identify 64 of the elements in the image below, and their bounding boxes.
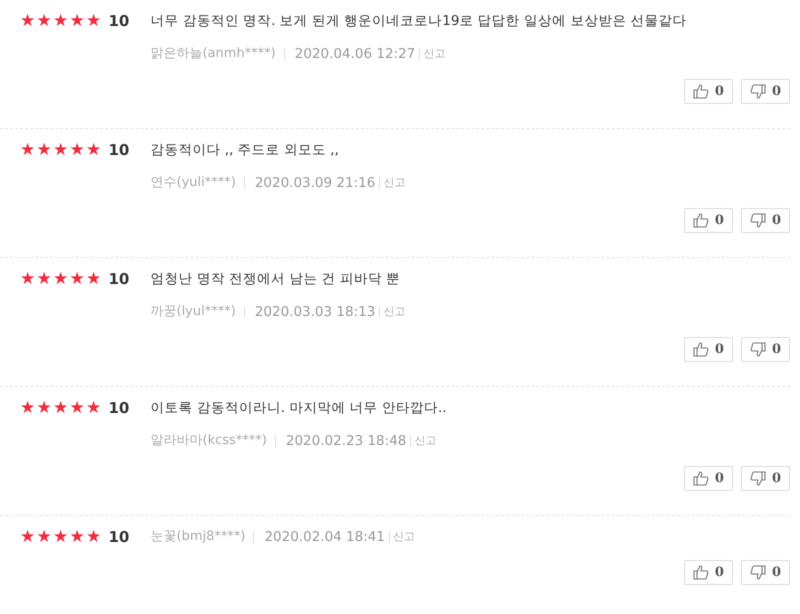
score: 10 (108, 140, 130, 161)
star-icon: ★ (70, 527, 86, 547)
review-date: 2020.02.23 18:48 (276, 435, 412, 447)
dislike-button[interactable]: 0 (740, 208, 790, 233)
star-icon: ★ (86, 11, 102, 31)
author-name: 눈꽃(bmj8****) (150, 531, 254, 543)
star-icon: ★ (70, 140, 86, 160)
star-icon: ★ (36, 11, 53, 31)
review-text: 엄청난 명작 전쟁에서 남는 건 피바닥 뿐 (150, 270, 402, 289)
star-icon: ★ (86, 269, 102, 289)
review-text: 이토록 감동적이라니. 마지막에 너무 안타깝다.. (150, 399, 447, 418)
star-icon: ★ (53, 269, 70, 289)
review-date: 2020.03.09 21:16 (244, 177, 380, 189)
review-date: 2020.02.04 18:41 (254, 531, 390, 543)
star-icon: ★ (86, 527, 102, 547)
review-text: 너무 감동적인 명작. 보게 된게 행운이네코로나19로 답답한 일상에 보상받은 선물같다 (150, 12, 687, 31)
author-name: 까꿍(lyul****) (150, 306, 245, 318)
star-icon: ★ (36, 269, 53, 289)
star-icon: ★ (86, 140, 102, 160)
dislike-button[interactable]: 0 (740, 466, 790, 491)
star-icon: ★ (70, 269, 86, 289)
score: 10 (108, 11, 130, 32)
star-icon: ★ (20, 11, 36, 31)
thumbs-up-icon (692, 565, 709, 580)
score: 10 (108, 269, 130, 290)
thumbs-down-icon (750, 213, 766, 228)
review-text: 감동적이다 ,, 주드로 외모도 ,, (150, 141, 340, 160)
like-button[interactable]: 0 (684, 337, 733, 362)
thumbs-up-icon (692, 213, 709, 228)
author-name: 맑은하늘(anmh****) (150, 48, 285, 60)
score: 10 (108, 398, 130, 419)
author-name: 알라바마(kcss****) (150, 435, 276, 447)
star-icon: ★ (53, 527, 70, 547)
author-name: 연수(yuli****) (150, 177, 245, 189)
star-icon: ★ (20, 269, 36, 289)
star-icon: ★ (20, 527, 36, 547)
star-icon: ★ (70, 11, 86, 31)
star-icon: ★ (20, 140, 36, 160)
thumbs-down-icon (750, 565, 766, 580)
score: 10 (108, 527, 130, 548)
star-icon: ★ (53, 140, 70, 160)
thumbs-down-icon (750, 471, 766, 486)
thumbs-up-icon (692, 84, 709, 99)
star-icon: ★ (53, 398, 70, 418)
thumbs-down-icon (750, 84, 766, 99)
like-button[interactable]: 0 (684, 208, 733, 233)
star-icon: ★ (86, 398, 102, 418)
like-button[interactable]: 0 (684, 466, 733, 491)
star-icon: ★ (70, 398, 86, 418)
star-icon: ★ (36, 140, 53, 160)
star-icon: ★ (36, 398, 53, 418)
dislike-button[interactable]: 0 (740, 337, 790, 362)
star-icon: ★ (36, 527, 53, 547)
dislike-button[interactable]: 0 (740, 560, 790, 585)
star-icon: ★ (20, 398, 36, 418)
thumbs-down-icon (750, 342, 766, 357)
thumbs-up-icon (692, 342, 709, 357)
like-button[interactable]: 0 (684, 79, 733, 104)
dislike-button[interactable]: 0 (740, 79, 790, 104)
star-icon: ★ (53, 11, 70, 31)
thumbs-up-icon (692, 471, 709, 486)
like-button[interactable]: 0 (684, 560, 733, 585)
review-date: 2020.03.03 18:13 (244, 306, 380, 318)
review-date: 2020.04.06 12:27 (284, 48, 420, 60)
